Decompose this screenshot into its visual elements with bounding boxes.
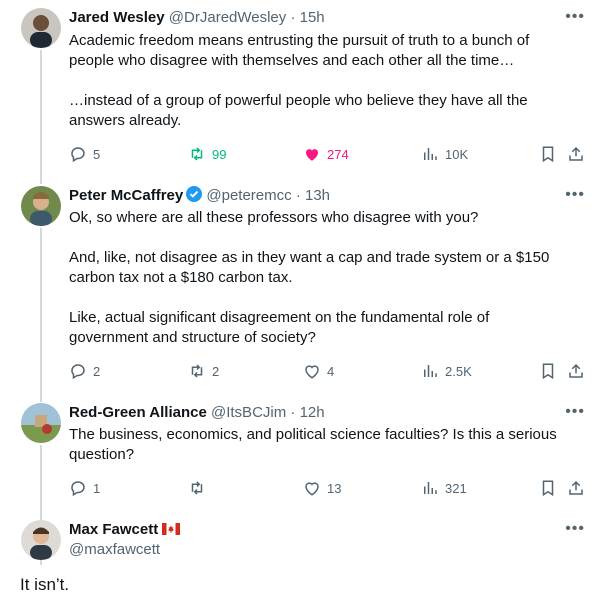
reply-count: 1 [93,480,101,496]
tweet-text: Academic freedom means entrusting the pu… [69,31,569,131]
views-button[interactable]: 10K [421,143,468,165]
display-name[interactable]: Peter McCaffrey [69,187,183,204]
heart-icon [305,482,319,496]
separator: · [290,404,296,421]
tweet-header: Jared Wesley @DrJaredWesley · 15h [69,8,325,28]
separator: · [295,187,301,204]
heart-icon [305,365,319,379]
share-button[interactable] [567,360,585,382]
avatar[interactable] [21,186,61,226]
like-count: 4 [327,363,335,379]
bookmark-icon [542,146,554,163]
views-button[interactable]: 2.5K [421,360,472,382]
reply-button[interactable]: 2 [69,360,100,382]
tweet-text: The business, economics, and political s… [69,425,569,465]
like-button[interactable]: 274 [303,143,349,165]
retweet-icon [191,481,203,495]
verified-badge-icon [186,186,203,202]
display-name[interactable]: Jared Wesley [69,9,165,26]
share-button[interactable] [567,143,585,165]
share-icon [569,146,583,161]
more-options-icon[interactable]: ••• [565,403,585,421]
retweet-button[interactable]: 2 [188,360,219,382]
reply-icon [71,147,85,163]
more-options-icon[interactable]: ••• [565,8,585,26]
retweet-count: 2 [212,363,220,379]
reply-button[interactable]: 1 [69,477,100,499]
handle[interactable]: @DrJaredWesley [169,9,286,26]
bookmark-button[interactable] [539,143,557,165]
retweet-button[interactable]: 99 [188,143,226,165]
thread-line [40,228,42,402]
views-count: 10K [445,146,469,162]
share-icon [569,480,583,495]
bookmark-button[interactable] [539,360,557,382]
tweet-header: Max Fawcett [69,520,181,540]
tweet-text: It isn’t. [20,575,70,594]
avatar[interactable] [21,520,61,560]
tweet-paragraph: Academic freedom means entrusting the pu… [69,32,530,69]
views-icon [424,148,437,160]
like-button[interactable]: 13 [303,477,341,499]
display-name[interactable]: Red-Green Alliance [69,404,207,421]
views-button[interactable]: 321 [421,477,467,499]
tweet-text: Ok, so where are all these professors wh… [69,208,569,348]
timestamp[interactable]: 13h [305,187,330,204]
timestamp[interactable]: 12h [300,404,325,421]
handle[interactable]: @ItsBCJim [211,404,286,421]
retweet-button[interactable] [188,477,206,499]
display-name[interactable]: Max Fawcett [69,521,158,538]
tweet-actions: 2 2 4 2.5K [69,360,589,382]
retweet-icon [191,364,203,378]
share-icon [569,363,583,378]
views-count: 2.5K [445,363,472,379]
heart-filled-icon [306,149,318,161]
reply-count: 2 [93,363,101,379]
canada-flag-icon [162,521,181,535]
like-count: 13 [327,480,342,496]
more-options-icon[interactable]: ••• [565,520,585,538]
separator: · [290,9,296,26]
tweet-actions: 5 99 274 10K [69,143,589,165]
tweet-paragraph: The business, economics, and political s… [69,426,557,463]
tweet-actions: 1 13 321 [69,477,589,499]
tweet-header: Red-Green Alliance @ItsBCJim · 12h [69,403,325,423]
views-icon [424,482,437,494]
views-icon [424,365,437,377]
tweet-paragraph: And, like, not disagree as in they want … [69,249,550,286]
tweet-paragraph: Ok, so where are all these professors wh… [69,209,479,226]
reply-icon [71,481,85,497]
bookmark-icon [542,480,554,497]
views-count: 321 [445,480,467,496]
tweet-paragraph: …instead of a group of powerful people w… [69,92,528,129]
avatar[interactable] [21,8,61,48]
retweet-icon [191,147,203,161]
like-count: 274 [327,146,349,162]
handle[interactable]: @maxfawcett [69,541,160,558]
avatar[interactable] [21,403,61,443]
timestamp[interactable]: 15h [300,9,325,26]
tweet-header: Peter McCaffrey @peteremcc · 13h [69,186,330,206]
reply-count: 5 [93,146,101,162]
tweet-header-handle: @maxfawcett [69,540,160,560]
retweet-count: 99 [212,146,227,162]
bookmark-icon [542,363,554,380]
reply-button[interactable]: 5 [69,143,100,165]
handle[interactable]: @peteremcc [206,187,291,204]
reply-icon [71,364,85,380]
share-button[interactable] [567,477,585,499]
like-button[interactable]: 4 [303,360,334,382]
bookmark-button[interactable] [539,477,557,499]
more-options-icon[interactable]: ••• [565,186,585,204]
tweet-paragraph: Like, actual significant disagreement on… [69,309,490,346]
thread-line [40,50,42,184]
